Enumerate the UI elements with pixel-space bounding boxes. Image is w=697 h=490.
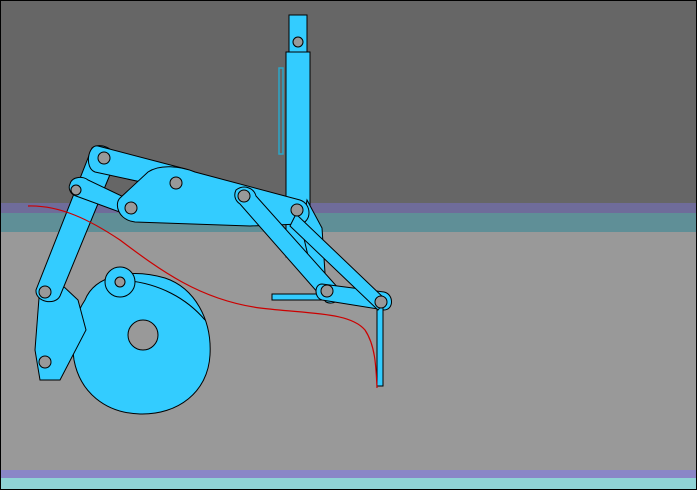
mechanism-diagram bbox=[0, 0, 697, 490]
diagram-canvas bbox=[0, 0, 697, 490]
top-rail-accent bbox=[0, 213, 697, 232]
bottom-rail bbox=[0, 470, 697, 478]
bottom-rail-accent bbox=[0, 478, 697, 490]
foot-leg bbox=[376, 301, 384, 387]
